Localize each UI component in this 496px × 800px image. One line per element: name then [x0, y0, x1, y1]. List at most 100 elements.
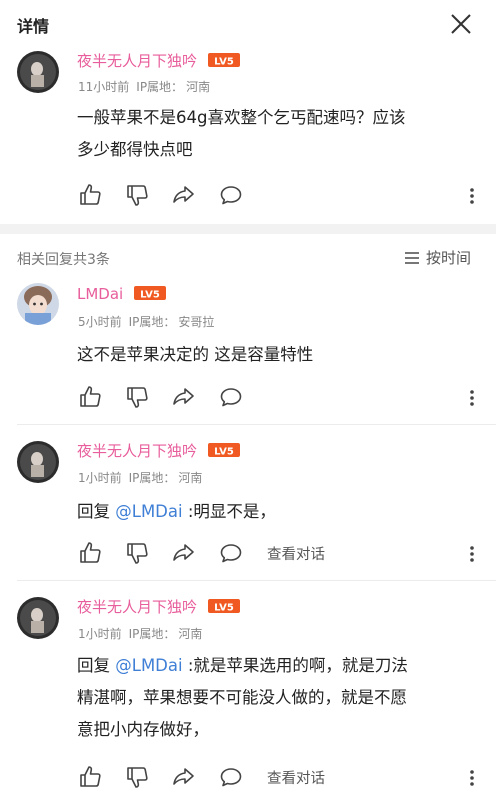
reply-item: LMDai LV5 5小时前 IP属地： 安哥拉 这不是苹果决定的 这是容量特性 [0, 280, 496, 424]
more-icon [470, 188, 474, 204]
reply-button[interactable] [218, 764, 244, 790]
comment-meta: 1小时前 IP属地： 河南 [78, 469, 202, 486]
ip-location: 河南 [178, 627, 203, 641]
share-icon [173, 544, 194, 561]
sort-button[interactable]: 按时间 [404, 247, 471, 268]
username[interactable]: LMDai LV5 [77, 285, 166, 303]
dislike-button[interactable] [124, 384, 150, 410]
sort-icon [405, 251, 419, 264]
reply-button[interactable] [218, 540, 244, 566]
ip-label: IP属地： [128, 315, 176, 329]
like-icon [80, 766, 101, 787]
more-options-button[interactable] [462, 542, 482, 566]
header: 详情 [0, 0, 496, 46]
like-button[interactable] [77, 540, 103, 566]
divider [17, 580, 496, 581]
reply-button[interactable] [218, 384, 244, 410]
username[interactable]: 夜半无人月下独吟 LV5 [77, 440, 240, 461]
avatar[interactable] [17, 441, 59, 483]
share-button[interactable] [171, 764, 197, 790]
comment-icon [220, 186, 242, 205]
dislike-icon [127, 185, 148, 206]
comment-actions [0, 182, 496, 210]
ip-label: IP属地： [136, 80, 184, 94]
timestamp: 5小时前 [78, 315, 122, 329]
reply-prefix: 回复 [77, 502, 116, 521]
like-button[interactable] [77, 182, 103, 208]
comment-icon [220, 544, 242, 563]
reply-item: 夜半无人月下独吟 LV5 1小时前 IP属地： 河南 回复 @LMDai :明显不是… [0, 432, 496, 580]
comment-text: 这不是苹果决定的 这是容量特性 [77, 345, 314, 364]
avatar[interactable] [17, 51, 59, 93]
like-button[interactable] [77, 764, 103, 790]
more-options-button[interactable] [462, 766, 482, 790]
like-icon [80, 386, 101, 407]
svg-text:LV5: LV5 [214, 447, 234, 458]
username[interactable]: 夜半无人月下独吟 LV5 [77, 596, 240, 617]
close-icon [451, 14, 471, 34]
svg-text:LV5: LV5 [140, 290, 160, 301]
more-options-button[interactable] [462, 184, 482, 208]
divider [17, 424, 496, 425]
page-title: 详情 [17, 17, 50, 36]
like-icon [80, 184, 101, 205]
comment-meta: 5小时前 IP属地： 安哥拉 [78, 313, 214, 330]
replies-header: 相关回复共3条 按时间 [0, 240, 496, 276]
more-options-button[interactable] [462, 386, 482, 410]
level-badge-icon: LV5 [134, 285, 166, 301]
sort-label: 按时间 [426, 249, 472, 267]
comment-icon [220, 768, 242, 787]
share-button[interactable] [171, 384, 197, 410]
like-button[interactable] [77, 384, 103, 410]
dislike-icon [127, 543, 148, 564]
comment-meta: 11小时前 IP属地： 河南 [78, 78, 210, 95]
share-button[interactable] [171, 182, 197, 208]
comment-actions [0, 384, 496, 412]
comment-text: 回复 @LMDai :明显不是， [77, 502, 276, 521]
reply-prefix: 回复 [77, 656, 116, 675]
dislike-icon [127, 767, 148, 788]
comment-text: 一般苹果不是64g喜欢整个乞丐配速吗？应该 多少都得快点吧 [77, 108, 406, 159]
username[interactable]: 夜半无人月下独吟 LV5 [77, 50, 240, 71]
more-icon [470, 390, 474, 406]
section-divider [0, 224, 496, 234]
avatar[interactable] [17, 597, 59, 639]
reply-item: 夜半无人月下独吟 LV5 1小时前 IP属地： 河南 回复 @LMDai :就是苹果… [0, 588, 496, 800]
comment-actions: 查看对话 [0, 764, 496, 792]
mention-link[interactable]: @LMDai [115, 656, 182, 675]
svg-text:LV5: LV5 [214, 603, 234, 614]
level-badge-icon: LV5 [207, 52, 240, 68]
level-badge-icon: LV5 [207, 442, 240, 458]
view-conversation-link[interactable]: 查看对话 [267, 767, 325, 788]
dislike-button[interactable] [124, 540, 150, 566]
ip-location: 安哥拉 [178, 315, 215, 329]
ip-location: 河南 [186, 80, 211, 94]
comment-text: 回复 @LMDai :就是苹果选用的啊，就是刀法 精湛啊，苹果想要不可能没人做的… [77, 656, 408, 739]
dislike-button[interactable] [124, 182, 150, 208]
comment-icon [220, 388, 242, 407]
dislike-button[interactable] [124, 764, 150, 790]
mention-link[interactable]: @LMDai [115, 502, 182, 521]
view-conversation-link[interactable]: 查看对话 [267, 543, 325, 564]
timestamp: 11小时前 [78, 80, 130, 94]
ip-label: IP属地： [128, 627, 176, 641]
level-badge-icon: LV5 [207, 598, 240, 614]
ip-location: 河南 [178, 471, 203, 485]
svg-text:LV5: LV5 [214, 57, 234, 68]
more-icon [470, 770, 474, 786]
reply-count: 相关回复共3条 [17, 252, 110, 268]
reply-button[interactable] [218, 182, 244, 208]
like-icon [80, 542, 101, 563]
share-icon [173, 388, 194, 405]
share-icon [173, 768, 194, 785]
close-button[interactable] [447, 10, 475, 38]
share-button[interactable] [171, 540, 197, 566]
timestamp: 1小时前 [78, 627, 122, 641]
comment-actions: 查看对话 [0, 540, 496, 568]
more-icon [470, 546, 474, 562]
timestamp: 1小时前 [78, 471, 122, 485]
share-icon [173, 186, 194, 203]
ip-label: IP属地： [128, 471, 176, 485]
dislike-icon [127, 387, 148, 408]
avatar[interactable] [17, 283, 59, 325]
